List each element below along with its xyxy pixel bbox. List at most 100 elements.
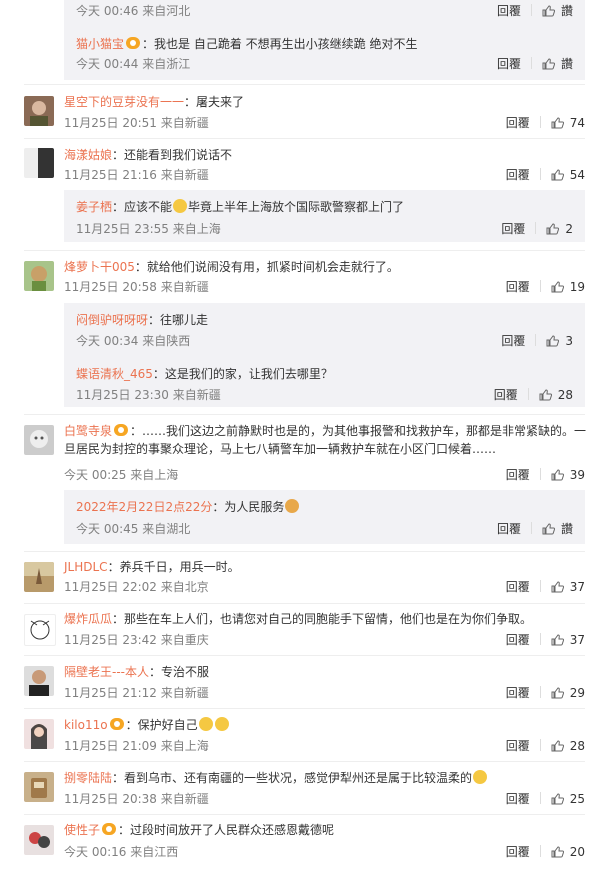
emoji-icon: [173, 199, 188, 213]
comment-meta: 今天 00:45 来自湖北: [76, 522, 191, 536]
comment-meta: 今天 00:44 来自浙江: [76, 57, 191, 71]
thumbs-up-icon: [551, 281, 564, 293]
reply-button[interactable]: 回覆: [506, 116, 530, 130]
comment-text: ：往哪儿走: [148, 313, 209, 327]
avatar[interactable]: [24, 261, 54, 291]
reply-button[interactable]: 回覆: [501, 222, 525, 236]
reply-button[interactable]: 回覆: [506, 633, 530, 647]
comment-username[interactable]: 猫小猫宝: [76, 37, 124, 51]
comment-username[interactable]: 使性子: [64, 823, 100, 837]
vip-badge-icon: [102, 823, 117, 835]
comment-actions: 回覆 讚: [497, 2, 573, 19]
avatar[interactable]: [24, 96, 54, 126]
avatar[interactable]: [24, 148, 54, 178]
thumbs-up-icon: [551, 581, 564, 593]
comment-username[interactable]: 白鹭寺泉: [64, 424, 112, 438]
comment-username[interactable]: 蝶语清秋_465: [76, 367, 153, 381]
reply-button[interactable]: 回覆: [506, 168, 530, 182]
like-button[interactable]: 29: [551, 686, 585, 700]
comment-actions: 回覆 29: [506, 684, 585, 701]
comment-text: ：应该不能: [112, 200, 173, 214]
like-button[interactable]: 28: [551, 739, 585, 753]
like-button[interactable]: 28: [539, 388, 573, 402]
reply-button[interactable]: 回覆: [506, 686, 530, 700]
reply-button[interactable]: 回覆: [506, 792, 530, 806]
comment-meta: 今天 00:34 来自陕西: [76, 334, 191, 348]
thumbs-up-icon: [551, 846, 564, 858]
comment-actions: 回覆 讚: [497, 55, 573, 72]
reply-group: 姜子栖：应该不能 毕竟上半年上海放个国际歌警察都上门了 11月25日 23:55 …: [64, 190, 585, 242]
comment-text: ：看到乌市、还有南疆的一些状况，感觉伊犁州还是属于比较温柔的: [112, 771, 473, 785]
reply-button[interactable]: 回覆: [506, 280, 530, 294]
like-button[interactable]: 74: [551, 116, 585, 130]
reply-button[interactable]: 回覆: [497, 4, 521, 18]
comment-username[interactable]: 隔壁老王---本人: [64, 665, 149, 679]
emoji-icon: [214, 717, 229, 731]
like-button[interactable]: 讚: [542, 57, 573, 71]
comment-username[interactable]: kilo11o: [64, 718, 108, 732]
comment-username[interactable]: 星空下的豆芽没有一一: [64, 95, 184, 109]
reply-button[interactable]: 回覆: [497, 522, 521, 536]
like-button[interactable]: 54: [551, 168, 585, 182]
comment-meta: 11月25日 23:55 来自上海: [76, 222, 221, 236]
avatar[interactable]: [24, 825, 54, 855]
comment-username[interactable]: 爆炸瓜瓜: [64, 612, 112, 626]
comment-text: ：过段时间放开了人民群众还感恩戴德呢: [118, 823, 335, 837]
divider: [24, 84, 585, 85]
comment-username[interactable]: JLHDLC: [64, 560, 108, 574]
comment-username[interactable]: 海漾姑娘: [64, 148, 112, 162]
emoji-icon: [473, 770, 488, 784]
like-button[interactable]: 2: [546, 222, 573, 236]
divider: [24, 814, 585, 815]
comment-actions: 回覆 25: [506, 790, 585, 807]
thumbs-up-icon: [551, 634, 564, 646]
reply-button[interactable]: 回覆: [506, 845, 530, 859]
like-button[interactable]: 37: [551, 633, 585, 647]
reply-button[interactable]: 回覆: [497, 57, 521, 71]
reply-group: 2022年2月22日2点22分：为人民服务 今天 00:45 来自湖北 回覆 讚: [64, 490, 585, 544]
comment-actions: 回覆 3: [501, 332, 573, 349]
avatar[interactable]: [24, 425, 54, 455]
comment-username[interactable]: 捌零陆陆: [64, 771, 112, 785]
comment-actions: 回覆 20: [506, 843, 585, 860]
comment-text: 旦居民为封控的事聚众理论，马上七八辆警车加一辆救护车就在小区门口候着……: [64, 442, 497, 456]
thumbs-up-icon: [551, 687, 564, 699]
avatar[interactable]: [24, 614, 56, 646]
thumbs-up-icon: [551, 740, 564, 752]
comment-username[interactable]: 闷倒驴呀呀呀: [76, 313, 148, 327]
like-button[interactable]: 25: [551, 792, 585, 806]
like-button[interactable]: 37: [551, 580, 585, 594]
avatar[interactable]: [24, 666, 54, 696]
comment-username[interactable]: 烽萝卜干005: [64, 260, 135, 274]
reply-button[interactable]: 回覆: [506, 468, 530, 482]
divider: [24, 250, 585, 251]
avatar[interactable]: [24, 772, 54, 802]
comment-actions: 回覆 54: [506, 166, 585, 183]
avatar[interactable]: [24, 719, 54, 749]
reply-button[interactable]: 回覆: [506, 580, 530, 594]
comment-text: ：保护好自己: [125, 718, 198, 732]
reply-group: 闷倒驴呀呀呀：往哪儿走 今天 00:34 来自陕西 回覆 3 蝶语清秋_465：这…: [64, 303, 585, 407]
like-button[interactable]: 19: [551, 280, 585, 294]
comment-actions: 回覆 28: [494, 386, 573, 403]
comment-username[interactable]: 2022年2月22日2点22分: [76, 500, 212, 514]
like-button[interactable]: 讚: [542, 4, 573, 18]
comment-text: ：就给他们说闹没有用，抓紧时间机会走就行了。: [134, 260, 399, 274]
emoji-icon: [198, 717, 213, 731]
thumbs-up-icon: [542, 5, 555, 17]
reply-button[interactable]: 回覆: [494, 388, 518, 402]
like-button[interactable]: 39: [551, 468, 585, 482]
divider: [24, 708, 585, 709]
like-button[interactable]: 20: [551, 845, 585, 859]
like-button[interactable]: 3: [546, 334, 573, 348]
emoji-icon: [285, 499, 300, 513]
thumbs-up-icon: [542, 523, 555, 535]
reply-group: 今天 00:46 来自河北 回覆讚 猫小猫宝 ：我也是 自己跪着 不想再生出小孩继…: [64, 0, 585, 80]
reply-button[interactable]: 回覆: [506, 739, 530, 753]
thumbs-up-icon: [551, 169, 564, 181]
avatar[interactable]: [24, 562, 54, 592]
like-button[interactable]: 讚: [542, 522, 573, 536]
divider: [24, 414, 585, 415]
comment-username[interactable]: 姜子栖: [76, 200, 112, 214]
reply-button[interactable]: 回覆: [501, 334, 525, 348]
